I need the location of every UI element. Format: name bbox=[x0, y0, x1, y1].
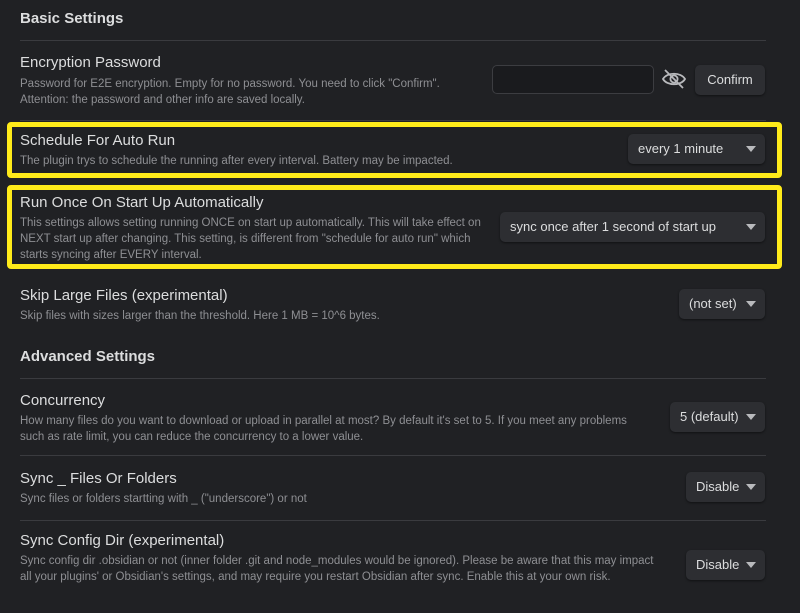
settings-page: Basic Settings Encryption Password Passw… bbox=[0, 0, 800, 613]
setting-name: Concurrency bbox=[20, 392, 106, 409]
run-once-dropdown[interactable]: sync once after 1 second of start up bbox=[500, 212, 765, 242]
setting-name: Skip Large Files (experimental) bbox=[20, 287, 228, 304]
chevron-down-icon bbox=[746, 414, 756, 420]
divider bbox=[20, 120, 766, 121]
setting-description: Skip files with sizes larger than the th… bbox=[20, 310, 380, 322]
setting-concurrency: Concurrency How many files do you want t… bbox=[20, 392, 766, 444]
advanced-settings-heading: Advanced Settings bbox=[20, 348, 156, 365]
setting-name: Sync Config Dir (experimental) bbox=[20, 532, 225, 549]
setting-encryption-password: Encryption Password Password for E2E enc… bbox=[20, 54, 766, 110]
dropdown-value: sync once after 1 second of start up bbox=[510, 219, 716, 234]
chevron-down-icon bbox=[746, 301, 756, 307]
divider bbox=[20, 520, 766, 521]
concurrency-dropdown[interactable]: 5 (default) bbox=[670, 402, 765, 432]
dropdown-value: Disable bbox=[696, 557, 740, 572]
chevron-down-icon bbox=[746, 224, 756, 230]
setting-description: This settings allows setting running ONC… bbox=[20, 217, 481, 261]
chevron-down-icon bbox=[746, 146, 756, 152]
confirm-button[interactable]: Confirm bbox=[695, 65, 765, 95]
divider bbox=[20, 378, 766, 379]
dropdown-value: every 1 minute bbox=[638, 141, 724, 156]
basic-settings-heading: Basic Settings bbox=[20, 10, 124, 27]
setting-description: How many files do you want to download o… bbox=[20, 415, 627, 443]
dropdown-value: Disable bbox=[696, 479, 740, 494]
eye-off-icon[interactable] bbox=[661, 68, 687, 90]
setting-description: Sync files or folders startting with _ (… bbox=[20, 493, 307, 505]
setting-name: Sync _ Files Or Folders bbox=[20, 470, 177, 487]
dropdown-value: (not set) bbox=[689, 296, 737, 311]
divider bbox=[20, 40, 766, 41]
setting-name: Encryption Password bbox=[20, 54, 161, 71]
setting-sync-underscore: Sync _ Files Or Folders Sync files or fo… bbox=[20, 470, 766, 510]
setting-skip-large-files: Skip Large Files (experimental) Skip fil… bbox=[20, 287, 766, 327]
dropdown-value: 5 (default) bbox=[680, 409, 739, 424]
sync-config-dropdown[interactable]: Disable bbox=[686, 550, 765, 580]
sync-underscore-dropdown[interactable]: Disable bbox=[686, 472, 765, 502]
chevron-down-icon bbox=[746, 562, 756, 568]
encryption-password-input[interactable] bbox=[492, 65, 654, 94]
setting-name: Run Once On Start Up Automatically bbox=[20, 194, 264, 211]
setting-description: Password for E2E encryption. Empty for n… bbox=[20, 78, 440, 106]
setting-name: Schedule For Auto Run bbox=[20, 132, 176, 149]
schedule-dropdown[interactable]: every 1 minute bbox=[628, 134, 765, 164]
chevron-down-icon bbox=[746, 484, 756, 490]
setting-sync-config-dir: Sync Config Dir (experimental) Sync conf… bbox=[20, 532, 766, 602]
setting-description: Sync config dir .obsidian or not (inner … bbox=[20, 555, 654, 583]
divider bbox=[20, 455, 766, 456]
setting-description: The plugin trys to schedule the running … bbox=[20, 155, 453, 167]
skip-large-files-dropdown[interactable]: (not set) bbox=[679, 289, 765, 319]
